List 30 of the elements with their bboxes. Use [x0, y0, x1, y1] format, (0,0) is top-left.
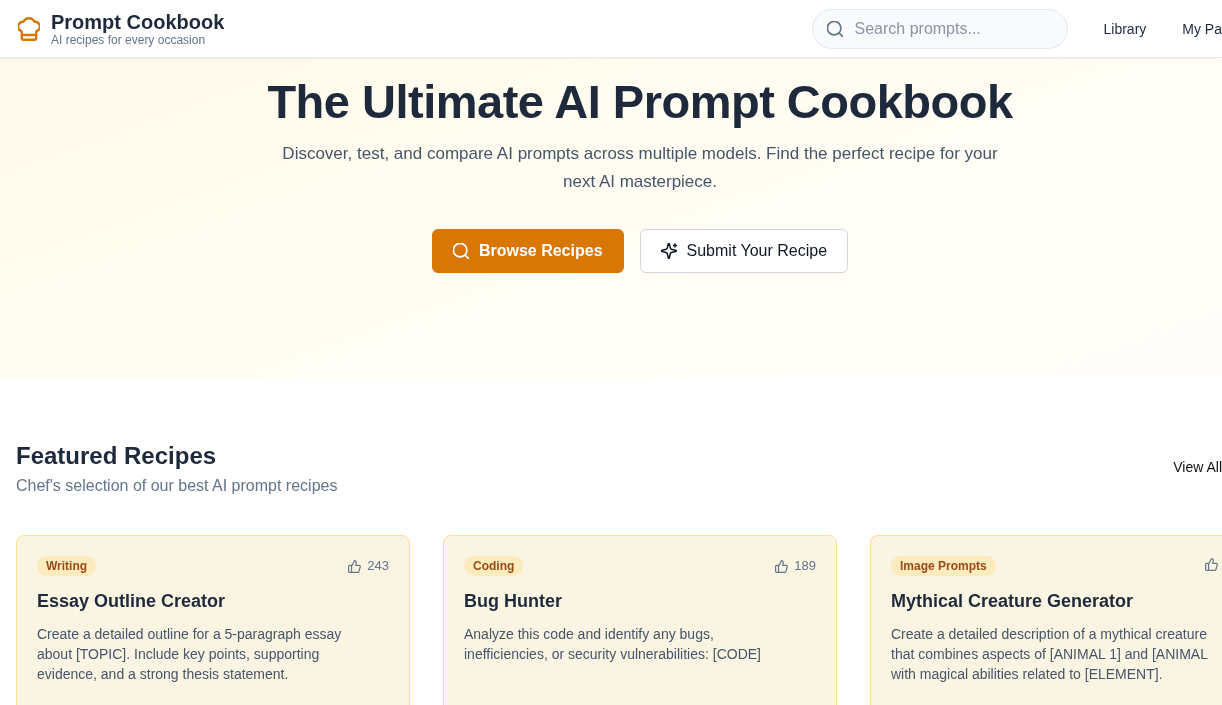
- search-icon: [826, 20, 843, 37]
- category-tag: Coding: [464, 556, 524, 576]
- recipe-description: Create a detailed outline for a 5-paragraph essay about [TOPIC]. Include key points, supporting evidence, and a strong thesis statement.: [37, 625, 343, 684]
- chef-hat-icon: [18, 16, 40, 41]
- recipe-title: Essay Outline Creator: [37, 590, 227, 613]
- search-icon: [452, 243, 469, 259]
- search-field[interactable]: Search prompts...: [811, 8, 1068, 49]
- sparkles-icon: [660, 243, 677, 259]
- section-subtitle: Chef's selection of our best AI prompt recipes: [16, 476, 338, 496]
- submit-button[interactable]: Submit Your Recipe: [639, 229, 849, 273]
- nav-link[interactable]: My Pa: [1182, 19, 1222, 38]
- recipe-title: Mythical Creature Generator: [891, 590, 1135, 613]
- site-title: Prompt Cookbook: [51, 10, 225, 33]
- recipe-description: Analyze this code and identify any bugs, inefficiencies, or security vulnerabilities: [CODE]: [464, 625, 762, 664]
- category-tag: Image Prompts: [891, 556, 996, 576]
- recipe-description: Create a detailed description of a mythical creature that combines aspects of [ANIMAL 1] and [ANIMAL with magical abilities related to [ELEMENT].: [891, 625, 1209, 684]
- section-title: Featured Recipes: [16, 441, 218, 471]
- recipe-title: Bug Hunter: [464, 590, 563, 613]
- like-count: 189: [794, 558, 816, 574]
- hero-title: The Ultimate AI Prompt Cookbook: [267, 74, 1013, 130]
- thumbs-up-icon: [775, 559, 789, 573]
- thumbs-up-icon: [348, 559, 362, 573]
- view-all-link[interactable]: View All: [1173, 458, 1222, 476]
- search-input[interactable]: Search prompts...: [854, 17, 1045, 40]
- nav-link[interactable]: Library: [1103, 19, 1147, 38]
- thumbs-up-icon: [1205, 558, 1218, 571]
- site-tagline: AI recipes for every occasion: [51, 32, 207, 47]
- like-count: 243: [367, 558, 389, 574]
- hero-subtitle: Discover, test, and compare AI prompts across multiple models. Find the perfect recipe for your next AI masterpiece.: [281, 143, 999, 193]
- category-tag: Writing: [37, 556, 97, 576]
